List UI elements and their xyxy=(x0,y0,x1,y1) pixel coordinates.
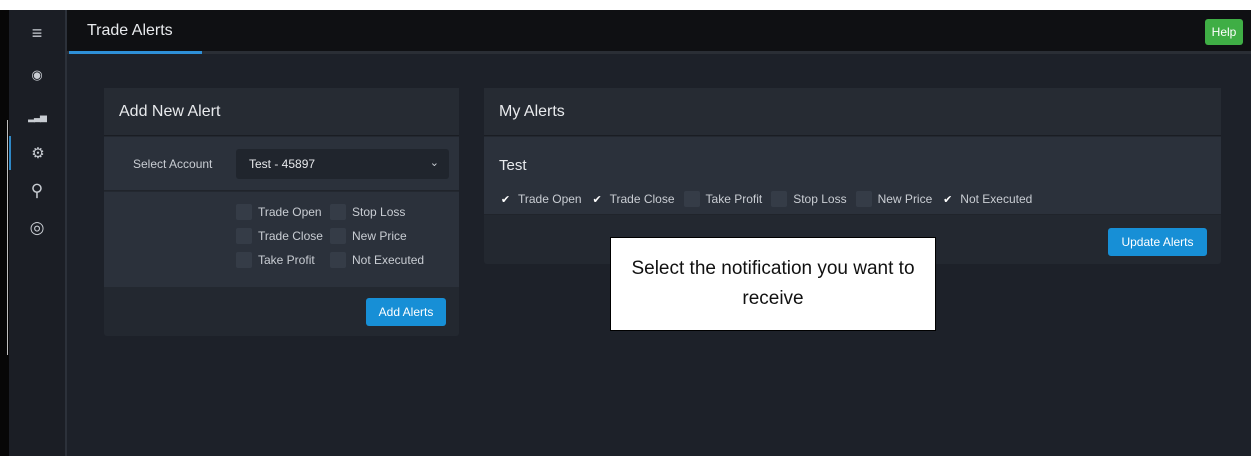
signal-bars-icon[interactable]: ▂▃▅ xyxy=(9,100,65,134)
my-alert-option[interactable]: ✔ Trade Open xyxy=(499,190,582,208)
menu-icon[interactable]: ≡ xyxy=(9,16,65,50)
option-label: Stop Loss xyxy=(793,192,847,206)
my-alert-option[interactable]: ✔ Not Executed xyxy=(941,190,1032,208)
alert-account-name: Test xyxy=(499,157,527,174)
my-alert-option[interactable]: ✔ Trade Close xyxy=(591,190,675,208)
checkbox[interactable] xyxy=(683,191,700,207)
my-alert-option[interactable]: Stop Loss xyxy=(771,190,847,208)
option-label: Trade Close xyxy=(609,192,675,206)
chevron-down-icon: ⌄ xyxy=(429,157,439,169)
help-button[interactable]: Help xyxy=(1205,19,1243,45)
option-trade-open[interactable]: Trade Open xyxy=(236,203,322,221)
instruction-callout: Select the notification you want to rece… xyxy=(610,237,936,331)
gears-icon[interactable]: ⚙ xyxy=(9,136,65,170)
option-label: New Price xyxy=(877,192,933,206)
my-alerts-title: My Alerts xyxy=(484,88,1221,136)
alert-options: Trade Open Stop Loss Trade Close New Pri… xyxy=(104,192,459,287)
option-not-executed[interactable]: Not Executed xyxy=(330,251,424,269)
option-label: Take Profit xyxy=(705,192,763,206)
my-alert-option[interactable]: Take Profit xyxy=(683,190,763,208)
option-label: Trade Open xyxy=(258,205,322,219)
left-edge-line xyxy=(7,120,8,355)
dashboard-icon[interactable]: ◉ xyxy=(9,58,65,92)
checkmark-icon[interactable]: ✔ xyxy=(499,193,512,206)
checkbox[interactable] xyxy=(330,204,346,220)
account-select-value: Test - 45897 xyxy=(249,157,316,171)
option-stop-loss[interactable]: Stop Loss xyxy=(330,203,405,221)
option-label: Stop Loss xyxy=(352,205,406,219)
checkbox[interactable] xyxy=(236,204,252,220)
checkbox[interactable] xyxy=(236,228,252,244)
option-label: Take Profit xyxy=(258,253,315,267)
add-alerts-button[interactable]: Add Alerts xyxy=(366,298,446,326)
search-icon[interactable]: ⚲ xyxy=(9,174,65,208)
checkbox[interactable] xyxy=(330,228,346,244)
option-label: Not Executed xyxy=(352,253,425,267)
checkbox[interactable] xyxy=(855,191,872,207)
active-tab-indicator xyxy=(69,51,202,54)
top-border xyxy=(0,0,1251,10)
update-alerts-button[interactable]: Update Alerts xyxy=(1108,228,1207,256)
checkmark-icon[interactable]: ✔ xyxy=(591,193,604,206)
option-take-profit[interactable]: Take Profit xyxy=(236,251,315,269)
option-label: Not Executed xyxy=(960,192,1033,206)
option-label: Trade Open xyxy=(518,192,582,206)
option-label: New Price xyxy=(352,229,407,243)
account-row: Select Account Test - 45897 ⌄ xyxy=(104,137,459,191)
checkmark-icon[interactable]: ✔ xyxy=(941,193,954,206)
page-title: Trade Alerts xyxy=(87,22,173,39)
select-account-label: Select Account xyxy=(133,157,213,171)
add-new-alert-title: Add New Alert xyxy=(104,88,459,136)
checkbox[interactable] xyxy=(330,252,346,268)
alert-account-block: Test ✔ Trade Open ✔ Trade Close Take Profit S… xyxy=(484,137,1221,215)
lifebuoy-icon[interactable]: ◎ xyxy=(9,211,65,245)
add-new-alert-panel: Add New Alert Select Account Test - 4589… xyxy=(104,88,459,336)
checkbox[interactable] xyxy=(771,191,788,207)
checkbox[interactable] xyxy=(236,252,252,268)
account-select[interactable]: Test - 45897 ⌄ xyxy=(236,149,449,179)
option-new-price[interactable]: New Price xyxy=(330,227,407,245)
top-bar: Trade Alerts Help xyxy=(67,10,1251,54)
alert-option-list: ✔ Trade Open ✔ Trade Close Take Profit Stop L… xyxy=(499,190,1041,208)
option-label: Trade Close xyxy=(258,229,323,243)
sidebar: ≡ ◉ ▂▃▅ ⚙ ⚲ ◎ xyxy=(9,10,67,456)
my-alert-option[interactable]: New Price xyxy=(855,190,933,208)
option-trade-close[interactable]: Trade Close xyxy=(236,227,323,245)
